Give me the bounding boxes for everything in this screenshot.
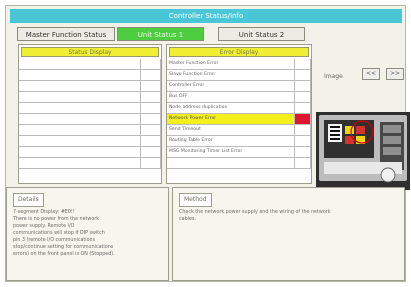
status-cell (19, 125, 141, 135)
status-row (19, 70, 161, 81)
status-row (19, 103, 161, 114)
status-indicator (141, 125, 161, 135)
error-label (167, 158, 295, 168)
controller-photo (316, 112, 410, 190)
status-indicator (141, 147, 161, 157)
error-row-msg-monitoring-timer-list-error: MSG Monitoring Timer List Error (167, 147, 311, 158)
details-section: Details 7-segment Display: #E0!! There i… (6, 187, 169, 281)
error-indicator (295, 81, 311, 91)
status-indicator (141, 103, 161, 113)
method-title: Method (179, 193, 212, 207)
status-row (19, 92, 161, 103)
status-cell (19, 92, 141, 102)
error-label: Node address duplication (167, 103, 295, 113)
status-row (19, 114, 161, 125)
status-indicator (141, 70, 161, 80)
error-label: Bus OFF (167, 92, 295, 102)
error-row-empty (167, 158, 311, 169)
details-line: power supply. Remote I/O (13, 224, 75, 229)
error-label: Send Timeout (167, 125, 295, 135)
details-line: stop/continue setting for communications (13, 245, 114, 250)
method-section: Method Check the network power supply an… (172, 187, 405, 281)
error-display-header: Error Display (169, 47, 309, 57)
status-cell (19, 147, 141, 157)
status-cell (19, 81, 141, 91)
status-cell (19, 114, 141, 124)
error-label: Slave Function Error (167, 70, 295, 80)
details-line: communications will stop if DIP switch (13, 231, 105, 236)
error-indicator (295, 136, 311, 146)
status-row (19, 136, 161, 147)
status-cell (19, 103, 141, 113)
tab-unit-status-1[interactable]: Unit Status 1 (117, 27, 204, 41)
status-row (19, 81, 161, 92)
details-line: errors) on the front panel is ON (Stoppe… (13, 252, 115, 257)
status-cell (19, 136, 141, 146)
status-indicator (141, 59, 161, 69)
error-indicator (295, 147, 311, 157)
status-row (19, 147, 161, 158)
error-label: MSG Monitoring Timer List Error (167, 147, 295, 157)
error-row-master-function-error: Master Function Error (167, 59, 311, 70)
error-row-send-timeout: Send Timeout (167, 125, 311, 136)
details-text: 7-segment Display: #E0!! There is no pow… (13, 209, 162, 258)
controller-photo-graphic (316, 112, 410, 190)
status-cell (19, 59, 141, 69)
status-indicator (141, 92, 161, 102)
details-line: There is no power from the network (13, 217, 100, 222)
status-row (19, 59, 161, 70)
tab-unit-status-2[interactable]: Unit Status 2 (218, 27, 305, 41)
details-title: Details (13, 193, 44, 207)
method-text: Check the network power supply and the w… (179, 209, 398, 223)
method-line: cables. (179, 217, 196, 222)
method-line: Check the network power supply and the w… (179, 210, 331, 215)
error-indicator (295, 125, 311, 135)
details-line: 7-segment Display: #E0!! (13, 210, 75, 215)
error-row-network-power-error[interactable]: Network Power Error (167, 114, 311, 125)
error-label: Master Function Error (167, 59, 295, 69)
error-row-controller-error: Controller Error (167, 81, 311, 92)
status-cell (19, 158, 141, 168)
error-row-slave-function-error: Slave Function Error (167, 70, 311, 81)
image-label: Image (324, 73, 343, 80)
error-label: Routing Table Error (167, 136, 295, 146)
error-row-bus-off: Bus OFF (167, 92, 311, 103)
error-row-routing-table-error: Routing Table Error (167, 136, 311, 147)
error-indicator (295, 59, 311, 69)
error-label: Controller Error (167, 81, 295, 91)
status-row (19, 125, 161, 136)
status-indicator (141, 81, 161, 91)
tab-master-function-status[interactable]: Master Function Status (17, 27, 115, 41)
details-line: pin 3 (remote I/O communications (13, 238, 96, 243)
next-image-button[interactable]: >> (386, 68, 404, 80)
error-indicator-active (295, 114, 311, 124)
error-indicator (295, 70, 311, 80)
status-cell (19, 70, 141, 80)
status-row (19, 158, 161, 169)
error-indicator (295, 103, 311, 113)
error-label: Network Power Error (167, 114, 295, 124)
status-display-header: Status Display (21, 47, 159, 57)
prev-image-button[interactable]: << (362, 68, 380, 80)
error-display-panel: Error Display Master Function Error Slav… (166, 44, 312, 184)
error-row-node-address-duplication: Node address duplication (167, 103, 311, 114)
status-indicator (141, 158, 161, 168)
status-indicator (141, 136, 161, 146)
status-indicator (141, 114, 161, 124)
window-title: Controller Status/Info (10, 9, 402, 23)
error-indicator (295, 158, 311, 168)
status-display-panel: Status Display (18, 44, 162, 184)
error-indicator (295, 92, 311, 102)
